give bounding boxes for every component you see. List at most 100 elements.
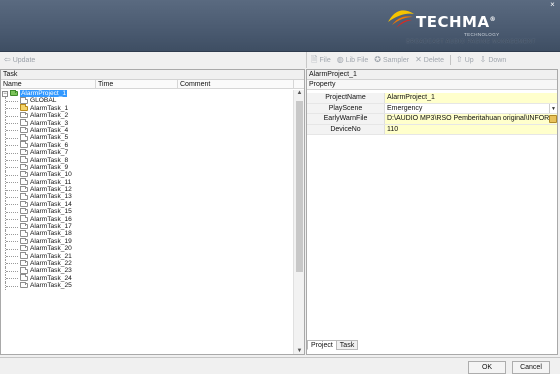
tree-item[interactable]: AlarmTask_25 (1, 281, 294, 290)
tree-item[interactable]: AlarmTask_21 (1, 252, 294, 260)
sampler-label: Sampler (382, 56, 410, 64)
tree-item-label: AlarmTask_8 (30, 156, 69, 164)
tree-item[interactable]: AlarmTask_1 (1, 104, 294, 113)
tree-item-label: AlarmTask_25 (30, 282, 72, 290)
file-button[interactable]: 🗎 File (311, 56, 331, 64)
task-panel: Task Name Time Comment − AlarmProject_1 GL… (0, 69, 305, 355)
tree-guide-line (5, 178, 21, 187)
tree-guide-line (5, 245, 21, 253)
column-time[interactable]: Time (96, 80, 178, 88)
lib-file-button[interactable]: ◍ Lib File (337, 56, 369, 64)
tree-guide-line (5, 200, 21, 209)
tree-item[interactable]: AlarmTask_16 (1, 215, 294, 224)
task-tree: − AlarmProject_1 GLOBAL AlarmTask_1 AlarmTas… (1, 90, 294, 354)
property-row-earlywarnfile: EarlyWarnFile D:\AUDIO MP3\RSO Pemberita… (307, 114, 557, 125)
up-button[interactable]: ⇧ Up (456, 56, 474, 64)
folder-icon (20, 178, 28, 185)
tree-item-label: AlarmTask_6 (30, 141, 69, 149)
tree-item[interactable]: AlarmTask_23 (1, 267, 294, 275)
column-name[interactable]: Name (1, 80, 96, 88)
tree-item-label: AlarmTask_20 (30, 245, 72, 253)
tree-item[interactable]: AlarmTask_7 (1, 148, 294, 157)
early-warn-file-value: D:\AUDIO MP3\RSO Pemberitahuan original\… (387, 115, 552, 122)
down-button[interactable]: ⇩ Down (480, 56, 507, 64)
task-panel-caption: Task (1, 70, 304, 80)
browse-folder-icon[interactable] (549, 115, 557, 123)
tree-item[interactable]: AlarmTask_20 (1, 244, 294, 253)
folder-icon (20, 104, 28, 111)
tree-root-item[interactable]: − AlarmProject_1 (1, 90, 294, 98)
delete-icon: ✕ (415, 55, 422, 64)
play-scene-select[interactable]: Emergency ▼ (385, 103, 557, 113)
property-row-deviceno: DeviceNo 110 (307, 124, 557, 135)
tree-guide-line (5, 274, 21, 283)
tree-guide-line (5, 126, 21, 135)
tree-item-label: AlarmTask_2 (30, 112, 69, 120)
tree-item[interactable]: AlarmTask_6 (1, 141, 294, 150)
tree-item-label: AlarmTask_15 (30, 208, 72, 216)
tree-item[interactable]: AlarmTask_5 (1, 134, 294, 142)
tab-project[interactable]: Project (307, 340, 337, 350)
collapse-icon[interactable]: − (2, 91, 8, 97)
tree-item[interactable]: AlarmTask_9 (1, 163, 294, 172)
project-name-field[interactable]: AlarmProject_1 (385, 93, 557, 103)
folder-icon (20, 111, 28, 119)
tree-item-label: AlarmTask_14 (30, 200, 72, 208)
tree-item-label: AlarmTask_22 (30, 259, 72, 267)
device-no-field[interactable]: 110 (385, 124, 557, 134)
tree-item-label: AlarmTask_23 (30, 267, 72, 275)
tree-item-label: AlarmTask_11 (30, 178, 72, 186)
scroll-down-icon[interactable]: ▼ (294, 348, 305, 354)
tree-item[interactable]: AlarmTask_3 (1, 119, 294, 127)
scroll-up-icon[interactable]: ▲ (294, 90, 305, 96)
property-key: PlayScene (307, 103, 385, 113)
tree-item[interactable]: AlarmTask_24 (1, 274, 294, 283)
cancel-button[interactable]: Cancel (512, 361, 550, 374)
scrollbar-thumb[interactable] (296, 101, 303, 272)
tree-item[interactable]: GLOBAL (1, 97, 294, 105)
delete-button[interactable]: ✕ Delete (415, 56, 444, 64)
brand-logo: TECHMA® TECHNOLOGY BROADCAST AUDIO PAGIN… (386, 8, 556, 48)
tree-guide-line (5, 171, 21, 179)
update-button[interactable]: ⇦ Update (4, 56, 35, 64)
tree-item[interactable]: AlarmTask_19 (1, 237, 294, 246)
ok-button[interactable]: OK (468, 361, 506, 374)
tree-guide-line (5, 259, 21, 268)
tree-item[interactable]: AlarmTask_4 (1, 126, 294, 135)
chevron-down-icon[interactable]: ▼ (549, 103, 557, 113)
update-label: Update (12, 56, 36, 64)
tree-item-label: AlarmTask_10 (30, 171, 72, 179)
tree-item[interactable]: AlarmTask_22 (1, 259, 294, 268)
folder-icon (20, 207, 28, 215)
tree-item-label: AlarmTask_19 (30, 237, 72, 245)
tree-guide-line (5, 252, 21, 260)
tree-guide-line (5, 267, 21, 275)
tree-item-label: AlarmTask_17 (30, 223, 72, 231)
column-comment[interactable]: Comment (178, 80, 294, 88)
tree-item[interactable]: AlarmTask_17 (1, 222, 294, 231)
folder-icon (20, 274, 28, 281)
early-warn-file-field[interactable]: D:\AUDIO MP3\RSO Pemberitahuan original\… (385, 114, 557, 124)
tree-item[interactable]: AlarmTask_13 (1, 193, 294, 201)
tree-guide-line (5, 237, 21, 246)
tree-guide-line (5, 282, 21, 290)
tab-task[interactable]: Task (335, 340, 359, 350)
tree-item[interactable]: AlarmTask_8 (1, 156, 294, 164)
tree-item-label: AlarmTask_21 (30, 252, 72, 260)
tree-item[interactable]: AlarmTask_14 (1, 200, 294, 209)
task-tree-scrollbar[interactable]: ▲ ▼ (293, 90, 304, 354)
tree-item[interactable]: AlarmTask_12 (1, 185, 294, 194)
tree-item[interactable]: AlarmTask_15 (1, 207, 294, 216)
tree-item[interactable]: AlarmTask_11 (1, 178, 294, 187)
lib-file-label: Lib File (345, 56, 369, 64)
down-label: Down (488, 56, 507, 64)
toolbar-separator (450, 55, 451, 65)
tree-item[interactable]: AlarmTask_2 (1, 111, 294, 120)
tree-guide-line (5, 149, 21, 157)
tree-item[interactable]: AlarmTask_10 (1, 170, 294, 179)
sampler-button[interactable]: ✪ Sampler (374, 56, 409, 64)
folder-icon (20, 244, 28, 252)
tree-item[interactable]: AlarmTask_18 (1, 230, 294, 238)
project-name-value: AlarmProject_1 (387, 94, 435, 101)
property-header: Property (307, 80, 557, 90)
